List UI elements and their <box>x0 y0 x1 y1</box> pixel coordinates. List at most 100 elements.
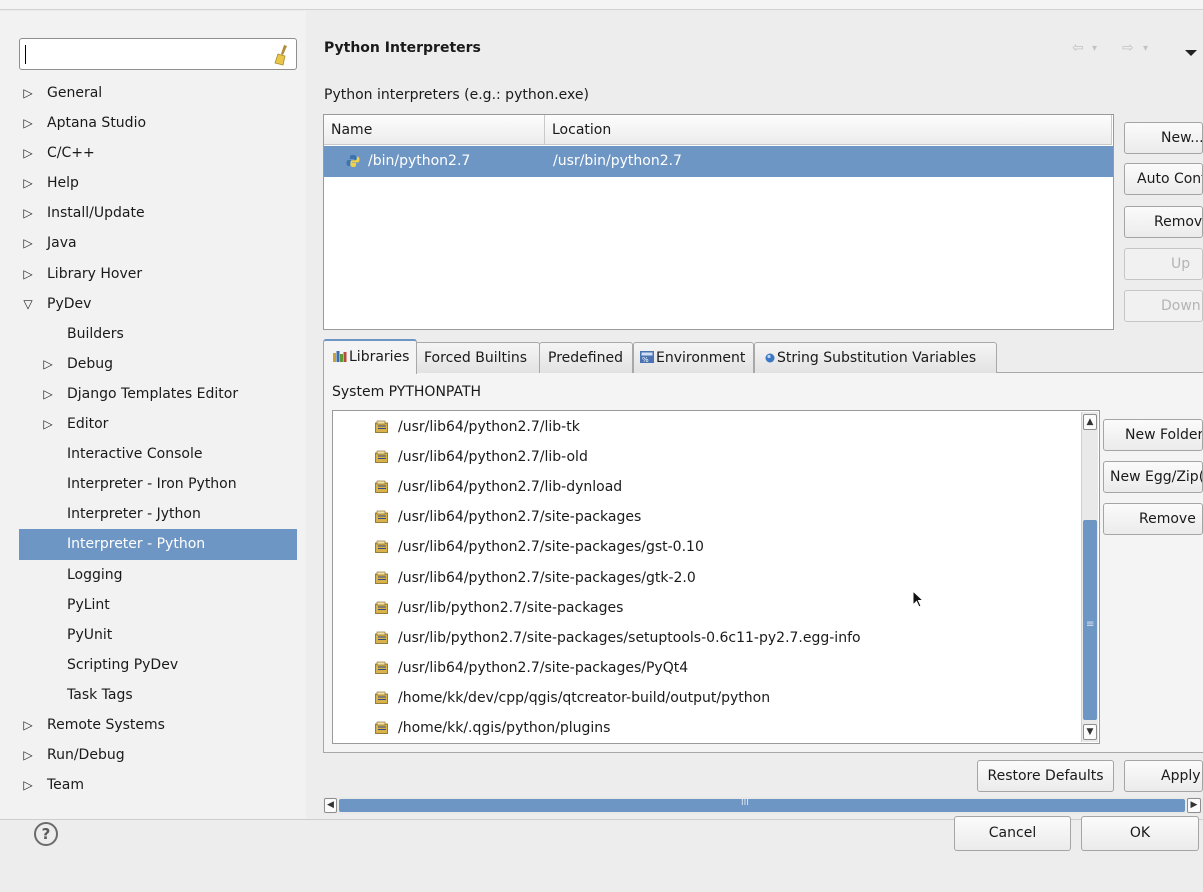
expand-closed-icon[interactable]: ▷ <box>21 228 35 258</box>
expand-closed-icon[interactable]: ▷ <box>41 349 55 379</box>
back-arrow-icon[interactable]: ⇦ <box>1072 40 1084 56</box>
scroll-down-icon[interactable]: ▼ <box>1083 724 1097 740</box>
folder-jar-icon <box>375 541 388 554</box>
clear-filter-icon[interactable] <box>274 44 290 66</box>
forward-arrow-icon[interactable]: ⇨ <box>1122 40 1134 56</box>
tree-item[interactable]: PyLint <box>19 590 297 620</box>
tree-item[interactable]: ▷ General <box>19 78 297 108</box>
interpreters-table[interactable]: Name Location /bin/python2.7 /usr/bin/py… <box>323 114 1114 330</box>
scroll-right-icon[interactable]: ▶ <box>1187 798 1201 813</box>
auto-config-button[interactable]: Auto Config <box>1124 163 1203 195</box>
tree-item-label: Builders <box>67 325 124 342</box>
expand-open-icon[interactable]: ▽ <box>21 289 35 319</box>
help-icon[interactable]: ? <box>34 822 58 846</box>
tree-item-label: Help <box>47 175 79 192</box>
expand-closed-icon[interactable]: ▷ <box>21 108 35 138</box>
horizontal-scrollbar[interactable]: ◀ III ▶ <box>323 797 1203 814</box>
svg-text:%: % <box>642 356 649 363</box>
pythonpath-vertical-scrollbar[interactable]: ▲ ≡ ▼ <box>1081 412 1098 742</box>
tree-item[interactable]: ▷ Install/Update <box>19 198 297 228</box>
folder-jar-icon <box>375 571 388 584</box>
tab-forced-builtins[interactable]: Forced Builtins <box>415 342 540 373</box>
column-header-location[interactable]: Location <box>545 115 1112 145</box>
tree-item[interactable]: PyUnit <box>19 620 297 650</box>
tree-item-label: Logging <box>67 566 123 583</box>
tree-item[interactable]: ▷ Debug <box>19 349 297 379</box>
pythonpath-list[interactable]: /usr/lib64/python2.7/lib-tk/usr/lib64/py… <box>332 410 1100 744</box>
folder-jar-icon <box>375 721 388 734</box>
tab-label: Libraries <box>349 349 410 365</box>
tree-item[interactable]: Task Tags <box>19 680 297 710</box>
remove-interpreter-button[interactable]: Remove <box>1124 206 1203 238</box>
filter-input[interactable] <box>19 38 297 70</box>
expand-closed-icon[interactable]: ▷ <box>21 740 35 770</box>
folder-jar-icon <box>375 480 388 494</box>
tab-predefined[interactable]: Predefined <box>539 342 633 373</box>
tab-libraries[interactable]: Libraries <box>323 339 417 374</box>
expand-closed-icon[interactable]: ▷ <box>41 379 55 409</box>
tree-item-label: General <box>47 85 103 101</box>
new-folder-button[interactable]: New Folder <box>1103 419 1203 451</box>
expand-closed-icon[interactable]: ▷ <box>21 710 35 740</box>
expand-closed-icon[interactable]: ▷ <box>41 409 55 439</box>
apply-button[interactable]: Apply <box>1124 760 1203 792</box>
restore-defaults-button[interactable]: Restore Defaults <box>977 760 1114 792</box>
expand-closed-icon[interactable]: ▷ <box>21 770 35 800</box>
ok-button[interactable]: OK <box>1081 816 1199 851</box>
expand-closed-icon[interactable]: ▷ <box>21 198 35 228</box>
tree-item[interactable]: Interactive Console <box>19 439 297 469</box>
scrollbar-grip-icon: III <box>741 798 749 808</box>
tree-item-label: PyUnit <box>67 626 113 643</box>
tree-item[interactable]: ▷ Run/Debug <box>19 740 297 770</box>
tree-item-label: Remote Systems <box>47 716 165 733</box>
scroll-left-icon[interactable]: ◀ <box>324 798 337 813</box>
new-egg-zip-button[interactable]: New Egg/Zip(s) <box>1103 461 1203 493</box>
remove-path-button[interactable]: Remove <box>1103 503 1203 535</box>
view-menu-icon[interactable] <box>1185 50 1197 56</box>
expand-closed-icon[interactable]: ▷ <box>21 138 35 168</box>
interpreters-label: Python interpreters (e.g.: python.exe) <box>324 87 589 103</box>
tree-item[interactable]: Interpreter - Python <box>19 529 297 560</box>
expand-closed-icon[interactable]: ▷ <box>21 78 35 108</box>
python-icon <box>346 155 360 167</box>
scroll-up-icon[interactable]: ▲ <box>1083 414 1097 430</box>
folder-jar-icon <box>375 510 388 524</box>
tree-item[interactable]: ▷ Aptana Studio <box>19 108 297 138</box>
tree-item-label: PyLint <box>67 596 110 613</box>
tree-item[interactable]: Scripting PyDev <box>19 650 297 680</box>
column-header-name[interactable]: Name <box>324 115 545 145</box>
cancel-button[interactable]: Cancel <box>954 816 1071 851</box>
table-row[interactable]: /bin/python2.7 /usr/bin/python2.7 <box>324 146 1113 177</box>
folder-jar-icon <box>375 691 388 704</box>
tree-item[interactable]: Logging <box>19 560 297 590</box>
up-button[interactable]: Up <box>1124 248 1203 280</box>
folder-jar-icon <box>375 601 388 614</box>
tree-item[interactable]: ▷ Java <box>19 228 297 258</box>
tree-item[interactable]: Interpreter - Iron Python <box>19 469 297 499</box>
tree-item[interactable]: ▷ Library Hover <box>19 259 297 289</box>
tree-item[interactable]: ▷ Django Templates Editor <box>19 379 297 409</box>
tree-item[interactable]: ▷ Help <box>19 168 297 198</box>
tree-item[interactable]: ▷ Editor <box>19 409 297 439</box>
back-dropdown-icon[interactable]: ▾ <box>1092 43 1097 54</box>
path-text: /home/kk/dev/cpp/qgis/qtcreator-build/ou… <box>398 689 771 706</box>
tree-item[interactable]: Builders <box>19 319 297 349</box>
tree-item[interactable]: ▷ Team <box>19 770 297 800</box>
new-interpreter-button[interactable]: New... <box>1124 122 1203 154</box>
folder-jar-icon <box>375 661 388 674</box>
tree-item[interactable]: ▽ PyDev <box>19 289 297 319</box>
tab-environment[interactable]: % Environment <box>633 342 754 373</box>
horizontal-scrollbar-thumb[interactable] <box>339 799 1185 812</box>
down-button[interactable]: Down <box>1124 290 1203 322</box>
tree-item[interactable]: Interpreter - Jython <box>19 499 297 529</box>
tree-item[interactable]: ▷ Remote Systems <box>19 710 297 740</box>
expand-closed-icon[interactable]: ▷ <box>21 168 35 198</box>
mouse-pointer-icon <box>912 590 925 608</box>
tree-item[interactable]: ▷ C/C++ <box>19 138 297 168</box>
expand-closed-icon[interactable]: ▷ <box>21 259 35 289</box>
environment-icon: % <box>640 351 654 363</box>
forward-dropdown-icon[interactable]: ▾ <box>1143 43 1148 54</box>
tab-string-substitution[interactable]: String Substitution Variables <box>754 342 997 373</box>
text-caret <box>25 45 26 64</box>
path-text: /usr/lib64/python2.7/site-packages/gst-0… <box>398 539 704 556</box>
